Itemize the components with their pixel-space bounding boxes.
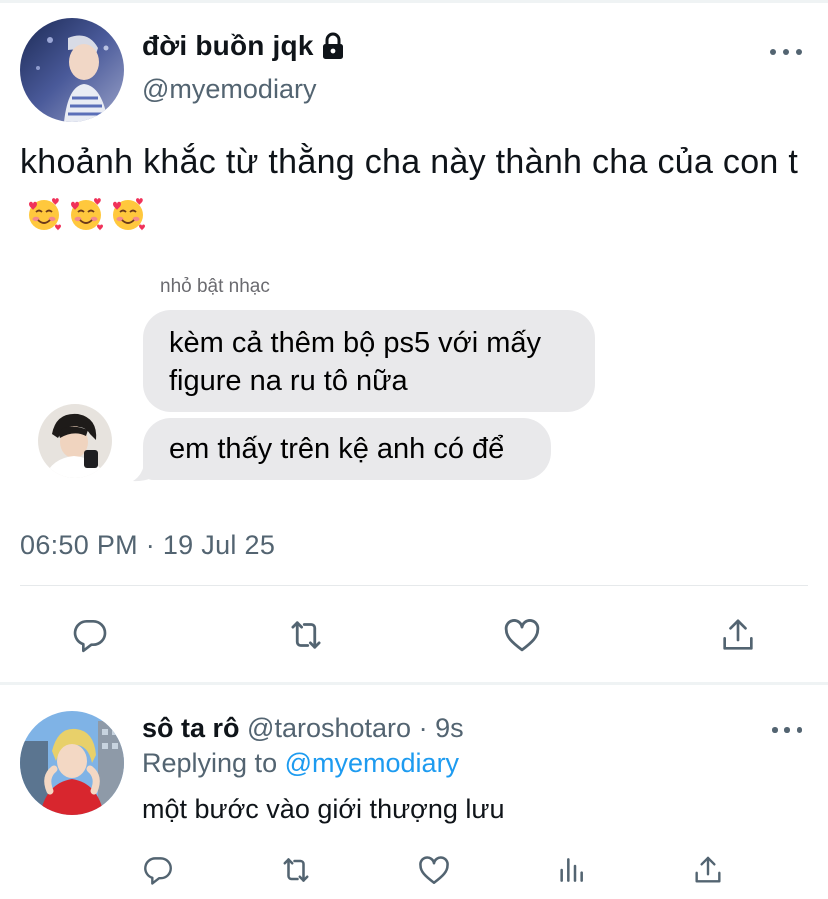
chat-avatar <box>38 404 112 478</box>
retweet-icon <box>291 621 321 649</box>
top-divider <box>0 0 828 3</box>
reply-separator: · <box>418 713 428 743</box>
reply-author-avatar[interactable] <box>20 711 124 815</box>
reply-author-name[interactable]: sô ta rô <box>142 713 240 743</box>
author-display-name[interactable]: đời buồn jqk <box>142 30 346 62</box>
smiling-face-with-hearts-icon <box>68 196 104 232</box>
share-icon <box>695 856 721 883</box>
tweet-timestamp[interactable]: 06:50 PM · 19 Jul 25 <box>20 530 275 561</box>
more-dot-icon <box>784 727 790 733</box>
tweet-action-bar <box>0 610 828 664</box>
replying-to-prefix: Replying to <box>142 748 278 778</box>
more-dot-icon <box>770 49 776 55</box>
emoji-group <box>26 196 146 232</box>
reply-reply-button[interactable] <box>138 850 178 890</box>
more-dot-icon <box>772 727 778 733</box>
reply-text: một bước vào giới thượng lưu <box>142 794 505 824</box>
author-name-text: đời buồn jqk <box>142 30 314 61</box>
share-button[interactable] <box>716 610 760 660</box>
reply-analytics-button[interactable] <box>551 850 591 890</box>
author-avatar[interactable] <box>20 18 124 122</box>
like-button[interactable] <box>500 610 544 660</box>
section-divider <box>0 682 828 685</box>
chat-bubble: em thấy trên kệ anh có để <box>143 418 551 480</box>
more-dot-icon <box>796 727 802 733</box>
retweet-icon <box>283 858 309 882</box>
tweet-text: khoảnh khắc từ thằng cha này thành cha c… <box>20 137 810 237</box>
share-icon <box>723 619 753 650</box>
reply-author-handle[interactable]: @taroshotaro <box>247 713 411 743</box>
tweet-text-content: khoảnh khắc từ thằng cha này thành cha c… <box>20 143 799 181</box>
reply-retweet-button[interactable] <box>276 850 316 890</box>
like-icon <box>419 856 449 885</box>
analytics-icon <box>560 858 583 882</box>
reply-button[interactable] <box>68 610 112 660</box>
reply-header: sô ta rô @taroshotaro · 9s <box>142 713 464 744</box>
retweet-button[interactable] <box>284 610 328 660</box>
reply-share-button[interactable] <box>688 850 728 890</box>
more-options-button[interactable] <box>770 40 802 64</box>
reply-icon <box>144 857 172 885</box>
more-dot-icon <box>796 49 802 55</box>
reply-icon <box>73 620 107 653</box>
bubble-tail-icon <box>133 460 159 482</box>
like-icon <box>504 619 540 652</box>
replying-to-line: Replying to @myemodiary <box>142 748 459 779</box>
lock-icon <box>320 32 346 60</box>
replying-to-mention[interactable]: @myemodiary <box>285 748 459 778</box>
author-handle[interactable]: @myemodiary <box>142 74 316 105</box>
reply-like-button[interactable] <box>414 850 454 890</box>
reply-action-bar <box>0 850 828 894</box>
chat-bubble: kèm cả thêm bộ ps5 với mấy figure na ru … <box>143 310 595 412</box>
divider <box>20 585 808 586</box>
reply-timestamp[interactable]: 9s <box>435 713 464 743</box>
reply-more-options-button[interactable] <box>772 719 802 741</box>
more-dot-icon <box>783 49 789 55</box>
smiling-face-with-hearts-icon <box>26 196 62 232</box>
chat-sender-label: nhỏ bật nhạc <box>160 276 270 297</box>
smiling-face-with-hearts-icon <box>110 196 146 232</box>
